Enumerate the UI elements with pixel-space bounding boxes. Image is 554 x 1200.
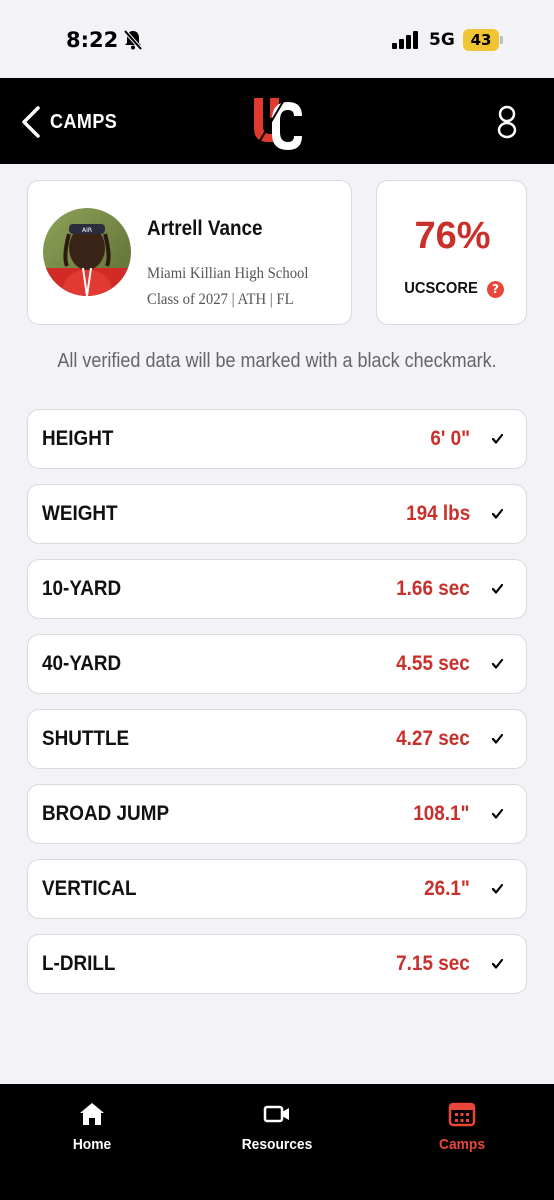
- tab-home[interactable]: Home: [32, 1084, 152, 1174]
- tab-label-resources: Resources: [241, 1136, 313, 1153]
- verified-check-icon: [492, 734, 503, 744]
- metric-label: 10-YARD: [42, 577, 122, 600]
- metric-value: 108.1": [413, 802, 470, 825]
- network-type: 5G: [429, 30, 455, 50]
- video-camera-icon: [263, 1105, 289, 1123]
- metric-row-weight[interactable]: WEIGHT 194 lbs: [27, 484, 527, 544]
- player-avatar: AIR: [43, 208, 131, 296]
- metric-row-10-yard[interactable]: 10-YARD 1.66 sec: [27, 559, 527, 619]
- metric-label: HEIGHT: [42, 427, 114, 450]
- player-school: Miami Killian High School: [147, 265, 309, 282]
- verified-check-icon: [492, 509, 503, 519]
- ucscore-value: 76%: [414, 215, 491, 257]
- profile-icon[interactable]: [496, 105, 518, 139]
- metric-label: VERTICAL: [42, 877, 137, 900]
- calendar-icon: [448, 1102, 476, 1127]
- back-label: CAMPS: [50, 110, 118, 133]
- tab-label-home: Home: [72, 1136, 112, 1153]
- player-class-info: Class of 2027 | ATH | FL: [147, 291, 294, 308]
- verified-check-icon: [492, 659, 503, 669]
- metric-value: 6' 0": [430, 427, 470, 450]
- metric-row-vertical[interactable]: VERTICAL 26.1": [27, 859, 527, 919]
- verified-check-icon: [492, 884, 503, 894]
- verified-check-icon: [492, 959, 503, 969]
- metric-label: 40-YARD: [42, 652, 122, 675]
- metric-value: 26.1": [424, 877, 470, 900]
- verified-check-icon: [492, 584, 503, 594]
- main-content: AIR Artrell Vance Miami Killian High Sch…: [0, 164, 554, 1084]
- verified-check-icon: [492, 809, 503, 819]
- tab-camps[interactable]: Camps: [402, 1084, 522, 1174]
- verified-check-icon: [492, 434, 503, 444]
- metric-row-height[interactable]: HEIGHT 6' 0": [27, 409, 527, 469]
- status-time: 8:22: [66, 28, 119, 52]
- metric-list: HEIGHT 6' 0" WEIGHT 194 lbs 10-YARD 1.66 sec 4…: [27, 409, 527, 1009]
- metric-label: SHUTTLE: [42, 727, 130, 750]
- metric-label: BROAD JUMP: [42, 802, 170, 825]
- signal-icon: [392, 31, 418, 49]
- battery-nub: [500, 36, 503, 44]
- metric-label: L-DRILL: [42, 952, 116, 975]
- metric-value: 4.27 sec: [396, 727, 470, 750]
- battery-icon: 43: [463, 29, 503, 51]
- nav-bar: CAMPS: [0, 78, 554, 164]
- metric-value: 4.55 sec: [396, 652, 470, 675]
- battery-level: 43: [463, 29, 499, 51]
- tab-resources[interactable]: Resources: [217, 1084, 337, 1174]
- metric-row-l-drill[interactable]: L-DRILL 7.15 sec: [27, 934, 527, 994]
- ucscore-card: 76% UCSCORE ?: [376, 180, 527, 325]
- player-card: AIR Artrell Vance Miami Killian High Sch…: [27, 180, 352, 325]
- metric-value: 1.66 sec: [396, 577, 470, 600]
- back-button[interactable]: CAMPS: [18, 100, 125, 144]
- player-name: Artrell Vance: [147, 217, 263, 240]
- tab-label-camps: Camps: [438, 1136, 486, 1153]
- verification-notice: All verified data will be marked with a …: [57, 350, 497, 372]
- status-bar: 8:22 5G 43: [0, 0, 554, 78]
- home-icon: [80, 1103, 104, 1125]
- metric-row-shuttle[interactable]: SHUTTLE 4.27 sec: [27, 709, 527, 769]
- svg-text:AIR: AIR: [82, 227, 92, 234]
- help-icon[interactable]: ?: [487, 280, 504, 298]
- tab-bar: Home Resources Camps: [0, 1084, 554, 1200]
- metric-value: 7.15 sec: [396, 952, 470, 975]
- bell-muted-icon: [123, 29, 143, 51]
- metric-row-40-yard[interactable]: 40-YARD 4.55 sec: [27, 634, 527, 694]
- metric-value: 194 lbs: [405, 502, 470, 525]
- ucscore-label-row: UCSCORE ?: [377, 280, 528, 298]
- ucscore-label: UCSCORE: [404, 280, 478, 297]
- metric-row-broad-jump[interactable]: BROAD JUMP 108.1": [27, 784, 527, 844]
- metric-label: WEIGHT: [42, 502, 118, 525]
- chevron-left-icon: [22, 106, 40, 138]
- uc-logo: [254, 98, 302, 150]
